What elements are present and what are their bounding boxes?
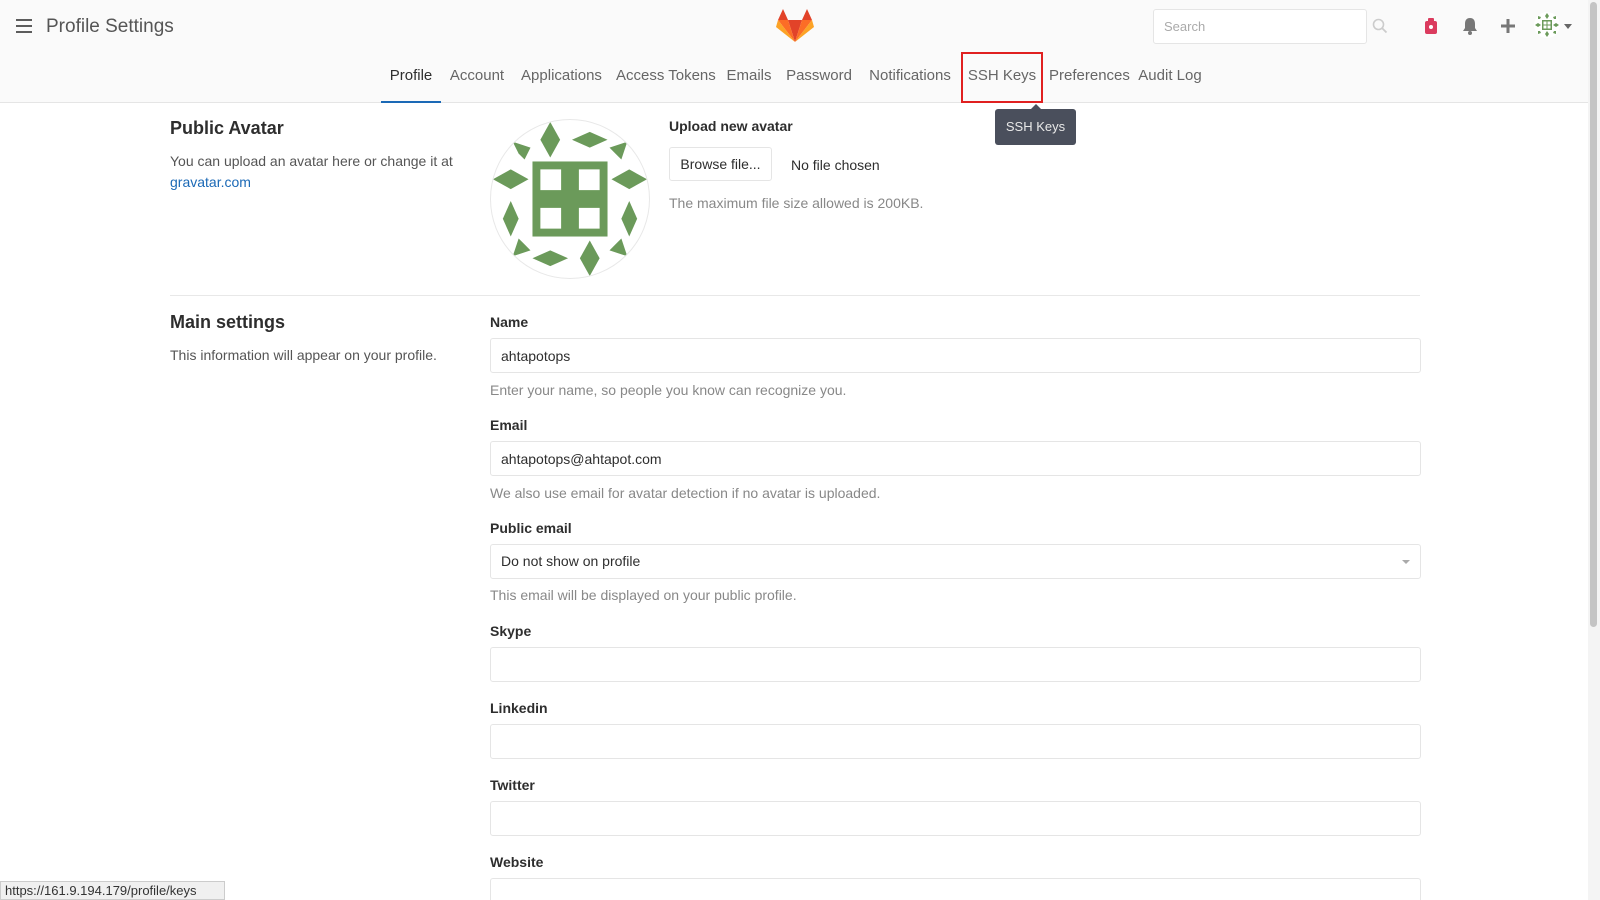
public-avatar-description: You can upload an avatar here or change … [170, 151, 470, 193]
linkedin-input[interactable] [490, 724, 1421, 759]
public-avatar-desc-text: You can upload an avatar here or change … [170, 153, 453, 169]
gravatar-link[interactable]: gravatar.com [170, 174, 251, 190]
link-status-bar: https://161.9.194.179/profile/keys [0, 881, 225, 900]
search-input[interactable] [1153, 9, 1367, 44]
website-label: Website [490, 854, 544, 870]
skype-input[interactable] [490, 647, 1421, 682]
public-email-hint: This email will be displayed on your pub… [490, 587, 797, 603]
name-hint: Enter your name, so people you know can … [490, 382, 847, 398]
ssh-keys-tooltip: SSH Keys [995, 109, 1076, 145]
page-title: Profile Settings [46, 16, 174, 37]
tab-account[interactable]: Account [449, 52, 505, 103]
twitter-input[interactable] [490, 801, 1421, 836]
public-email-select[interactable]: Do not show on profile [490, 544, 1421, 579]
hamburger-menu-icon[interactable] [16, 19, 32, 33]
browse-file-button[interactable]: Browse file... [669, 147, 772, 181]
page: Profile Settings Search Profile Account … [0, 0, 1600, 900]
email-hint: We also use email for avatar detection i… [490, 485, 881, 501]
tab-audit-log[interactable]: Audit Log [1138, 52, 1202, 103]
user-avatar[interactable] [1534, 12, 1560, 38]
public-avatar-heading: Public Avatar [170, 118, 284, 138]
tab-notifications[interactable]: Notifications [865, 52, 955, 103]
email-label: Email [490, 417, 528, 433]
public-email-label: Public email [490, 520, 572, 536]
tab-access-tokens[interactable]: Access Tokens [616, 52, 716, 103]
profile-settings-tabs: Profile Account Applications Access Toke… [0, 52, 1588, 103]
linkedin-label: Linkedin [490, 700, 548, 716]
plus-icon[interactable] [1498, 16, 1518, 36]
main-settings-heading: Main settings [170, 312, 286, 332]
tab-profile[interactable]: Profile [381, 52, 441, 103]
tab-preferences[interactable]: Preferences [1049, 52, 1130, 103]
no-file-chosen-text: No file chosen [791, 157, 880, 173]
scrollbar-thumb[interactable] [1590, 2, 1597, 627]
name-label: Name [490, 314, 529, 330]
website-input[interactable] [490, 878, 1421, 900]
skype-label: Skype [490, 623, 532, 639]
tab-password[interactable]: Password [786, 52, 852, 103]
public-email-selected-value: Do not show on profile [501, 553, 641, 569]
top-navbar: Profile Settings Search Profile Account … [0, 0, 1588, 103]
vertical-scrollbar[interactable] [1588, 0, 1600, 900]
tab-ssh-keys[interactable]: SSH Keys [961, 52, 1043, 103]
name-input[interactable] [490, 338, 1421, 373]
profile-avatar-image [490, 119, 650, 279]
main-settings-description: This information will appear on your pro… [170, 347, 437, 363]
bell-icon[interactable] [1460, 16, 1480, 36]
section-divider [170, 295, 1420, 296]
user-menu-chevron-down-icon[interactable] [1564, 24, 1572, 29]
gitlab-logo-icon[interactable] [776, 8, 814, 44]
todo-icon[interactable] [1421, 16, 1441, 36]
tab-emails[interactable]: Emails [724, 52, 774, 103]
chevron-down-icon [1402, 560, 1410, 564]
max-file-size-hint: The maximum file size allowed is 200KB. [669, 195, 924, 211]
search-icon [1372, 18, 1388, 34]
tab-applications[interactable]: Applications [519, 52, 604, 103]
upload-avatar-label: Upload new avatar [669, 118, 793, 134]
twitter-label: Twitter [490, 777, 535, 793]
email-input[interactable] [490, 441, 1421, 476]
